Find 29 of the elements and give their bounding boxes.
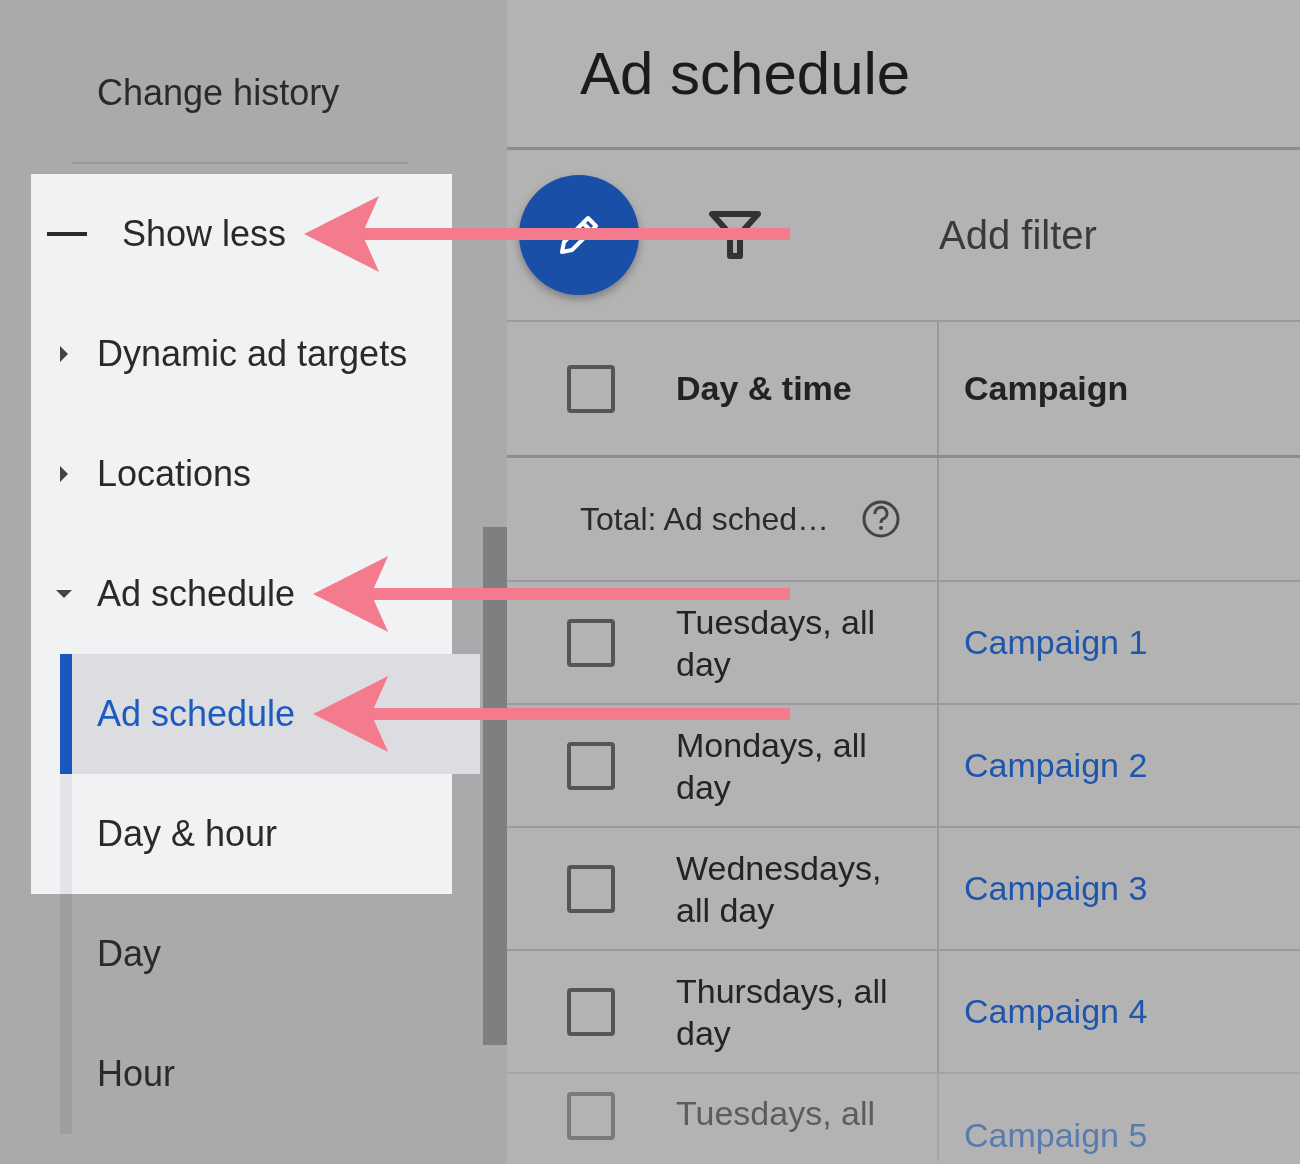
column-header[interactable]: Day & time xyxy=(676,363,852,414)
sidebar-item[interactable]: Locations xyxy=(97,447,252,501)
checkbox[interactable] xyxy=(567,987,615,1036)
checkbox[interactable] xyxy=(567,864,615,913)
table-cell-text: Tuesdays, all day xyxy=(676,601,877,685)
table-cell-text: Mondays, all day xyxy=(676,724,868,808)
table-cell-text: Wednesdays, all day xyxy=(676,847,883,931)
sidebar-item[interactable]: Ad schedule xyxy=(97,567,296,621)
table-cell-text: Thursdays, all day xyxy=(676,970,889,1054)
checkbox[interactable] xyxy=(567,618,615,667)
campaign-link[interactable]: Campaign 2 xyxy=(964,740,1148,791)
checkbox[interactable] xyxy=(567,364,615,413)
sidebar-item[interactable]: Dynamic ad targets xyxy=(97,327,408,381)
campaign-link[interactable]: Campaign 3 xyxy=(964,863,1148,914)
checkbox[interactable] xyxy=(567,741,615,790)
campaign-link[interactable]: Campaign 1 xyxy=(964,617,1148,668)
change-history-link[interactable]: Change history xyxy=(97,72,340,113)
filter-icon[interactable] xyxy=(709,210,761,260)
show-less-toggle[interactable]: Show less xyxy=(122,207,287,261)
sidebar-subitem[interactable]: Ad schedule xyxy=(60,654,480,774)
add-filter-button[interactable]: Add filter xyxy=(939,205,1097,265)
page-title: Ad schedule xyxy=(580,38,911,109)
campaign-link[interactable]: Campaign 4 xyxy=(964,986,1148,1037)
total-label: Total: Ad sched… xyxy=(580,500,830,539)
checkbox[interactable] xyxy=(567,1092,615,1140)
table-cell-text: Tuesdays, all xyxy=(676,1093,877,1134)
help-icon[interactable] xyxy=(861,499,902,539)
column-header[interactable]: Campaign xyxy=(964,363,1129,414)
scrollbar[interactable] xyxy=(483,527,507,1045)
